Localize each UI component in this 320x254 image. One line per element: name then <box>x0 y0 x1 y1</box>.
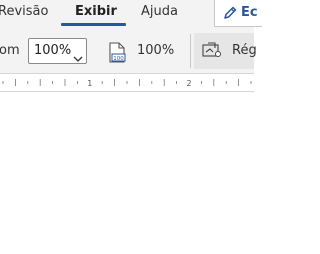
ribbon-tab-bar: Revisão Exibir Ajuda Ec <box>0 0 262 28</box>
tab-ajuda[interactable]: Ajuda <box>141 4 178 19</box>
horizontal-ruler[interactable]: 12 <box>0 74 254 92</box>
ruler-ticks: 12 <box>2 79 252 88</box>
tab-revisao[interactable]: Revisão <box>0 4 48 19</box>
ribbon-toolbar: om 100% 100 100% Rég <box>0 28 257 74</box>
chevron-down-icon <box>73 48 83 67</box>
zoom-label: om <box>0 43 20 58</box>
tab-exibir[interactable]: Exibir <box>75 4 117 19</box>
region-label: Rég <box>232 43 257 58</box>
ruler-number: 2 <box>186 79 191 88</box>
zoom-select[interactable]: 100% <box>28 38 87 64</box>
region-button[interactable]: Rég <box>194 33 257 69</box>
document-page[interactable] <box>0 92 254 254</box>
editing-mode-button[interactable]: Ec <box>214 0 262 27</box>
ruler-number: 1 <box>87 79 92 88</box>
ribbon-divider <box>190 34 191 68</box>
pencil-icon <box>222 5 238 25</box>
active-tab-indicator <box>61 23 126 26</box>
region-icon <box>202 42 222 62</box>
zoom-100-button-label[interactable]: 100% <box>137 43 174 58</box>
svg-text:100: 100 <box>113 56 124 62</box>
zoom-100-icon[interactable]: 100 <box>107 42 127 68</box>
editing-mode-label: Ec <box>241 5 258 20</box>
zoom-select-value: 100% <box>34 43 72 58</box>
